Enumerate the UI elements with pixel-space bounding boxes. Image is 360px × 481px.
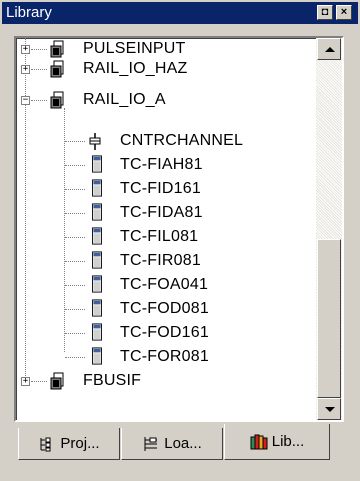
io-module-icon [92,203,102,221]
node-label: TC-FOD161 [120,324,209,341]
tab-label: Proj... [60,435,100,452]
float-button[interactable]: ◘ [317,5,333,20]
arrow-up-icon [325,47,335,52]
node-label: PULSEINPUT [83,40,186,57]
library-folder-icon [50,60,64,78]
library-folder-icon [50,40,64,58]
io-module-icon [92,323,102,341]
library-books-icon [250,434,268,449]
tab-load[interactable]: Loa... [121,428,223,460]
node-label: TC-FIR081 [120,252,201,269]
load-list-icon [144,436,158,451]
io-module-icon [92,155,102,173]
expand-toggle[interactable]: + [21,377,30,386]
io-module-icon [92,251,102,269]
io-module-icon [92,299,102,317]
tree-line [64,108,65,352]
library-window: Library ◘ × + PULSEINPUT + RAIL_IO_HAZ −… [0,0,360,481]
tab-project[interactable]: Proj... [18,428,120,460]
scroll-down-button[interactable] [317,398,341,420]
scroll-thumb[interactable] [317,239,341,398]
node-label: CNTRCHANNEL [120,132,244,149]
node-label: RAIL_IO_A [83,91,166,108]
io-module-icon [92,227,102,245]
node-label: TC-FID161 [120,180,201,197]
arrow-down-icon [325,407,335,412]
tab-label: Lib... [271,433,305,450]
collapse-toggle[interactable]: − [21,96,30,105]
scroll-up-button[interactable] [317,38,341,60]
io-module-icon [92,347,102,365]
library-folder-icon [50,91,64,109]
node-label: TC-FOA041 [120,276,209,293]
library-tree-panel: + PULSEINPUT + RAIL_IO_HAZ − RAIL_IO_A C… [14,36,344,422]
project-tree-icon [40,437,51,451]
node-label: FBUSIF [83,372,142,389]
window-title: Library [6,4,52,21]
tree-line [25,38,26,378]
node-label: TC-FOR081 [120,348,209,365]
expand-toggle[interactable]: + [21,65,30,74]
library-tree: + PULSEINPUT + RAIL_IO_HAZ − RAIL_IO_A C… [16,38,316,420]
close-button[interactable]: × [336,5,352,20]
io-module-icon [92,275,102,293]
node-label: TC-FIDA81 [120,204,203,221]
title-bar[interactable]: Library ◘ × [2,2,358,24]
expand-toggle[interactable]: + [21,45,30,54]
library-folder-icon [50,372,64,390]
vertical-scrollbar[interactable] [316,38,342,420]
node-label: TC-FIAH81 [120,156,203,173]
channel-pin-icon [89,133,101,150]
node-label: TC-FIL081 [120,228,199,245]
io-module-icon [92,179,102,197]
panel-tabs: Proj... Loa... Lib... [14,424,344,470]
tab-label: Loa... [164,435,202,452]
node-label: RAIL_IO_HAZ [83,60,188,77]
node-label: TC-FOD081 [120,300,209,317]
tab-library[interactable]: Lib... [224,424,330,460]
